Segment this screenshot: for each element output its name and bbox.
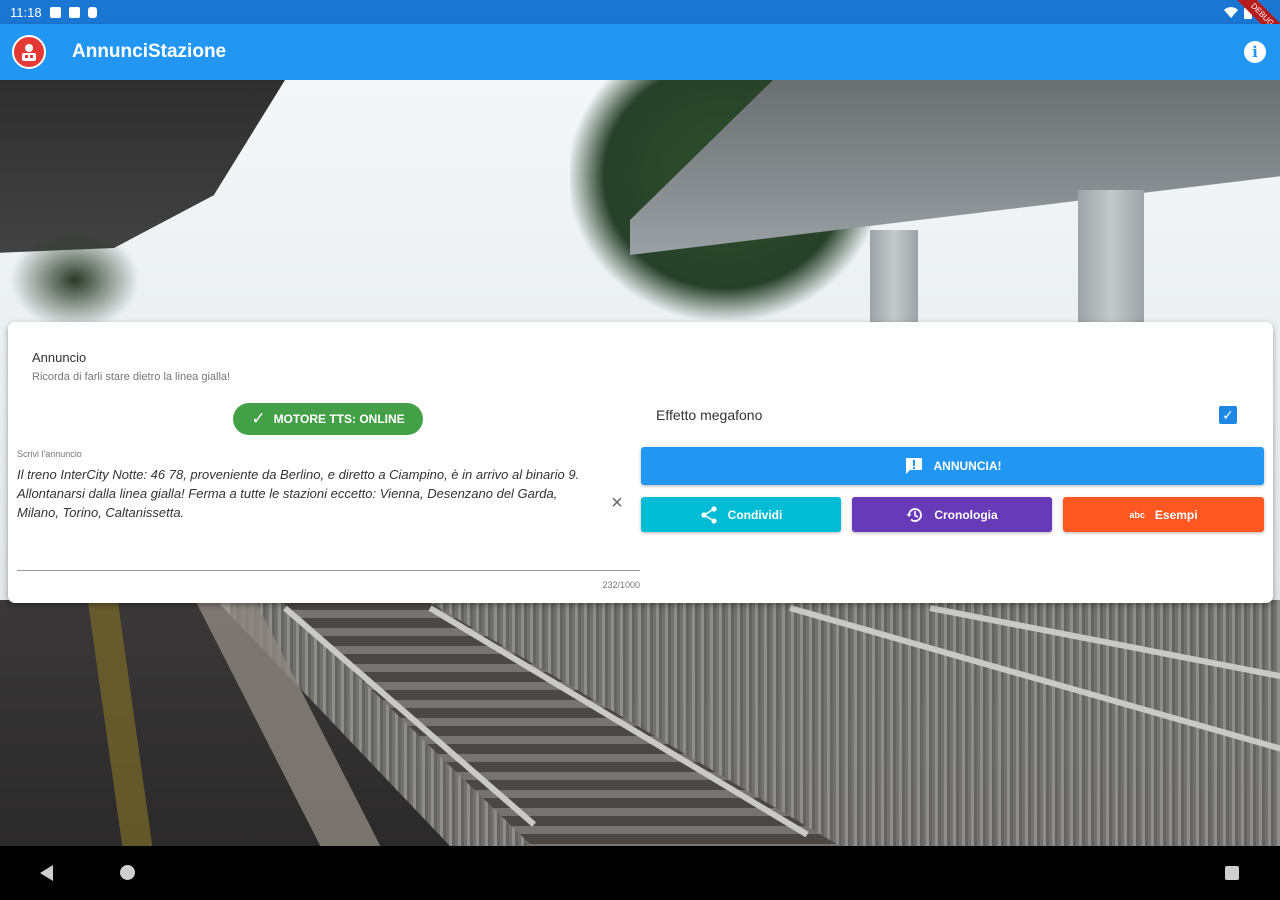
status-bar: 11:18 DEBUG	[0, 0, 1280, 49]
share-button-label: Condividi	[727, 507, 783, 522]
app-bar: AnnunciStazione i	[0, 24, 1280, 80]
back-icon[interactable]	[40, 865, 53, 881]
shield-icon	[87, 6, 97, 18]
info-icon[interactable]: i	[1244, 41, 1266, 63]
left-tree	[10, 230, 140, 330]
history-button[interactable]: Cronologia	[852, 497, 1052, 532]
tts-status-label: MOTORE TTS: ONLINE	[273, 412, 405, 426]
announcement-input-label: Scrivi l'annuncio	[17, 449, 82, 459]
announce-button[interactable]: ANNUNCIA!	[641, 447, 1264, 485]
input-underline	[17, 570, 640, 571]
announcement-icon	[905, 458, 922, 474]
pillar	[870, 230, 918, 330]
battery-icon	[1244, 5, 1252, 19]
history-button-label: Cronologia	[934, 507, 998, 522]
tts-status-chip[interactable]: ✓ MOTORE TTS: ONLINE	[233, 403, 423, 435]
megaphone-effect-checkbox[interactable]: ✓	[1219, 406, 1237, 424]
pillar	[1078, 190, 1144, 330]
examples-button-label: Esempi	[1154, 507, 1198, 522]
examples-button[interactable]: abc Esempi	[1063, 497, 1264, 532]
sd-card-icon	[68, 6, 80, 18]
check-icon: ✓	[251, 409, 266, 428]
recents-icon[interactable]	[1225, 866, 1239, 880]
abc-icon: abc	[1129, 509, 1145, 520]
card-title: Annuncio	[32, 350, 87, 365]
clear-icon[interactable]: ×	[608, 493, 626, 513]
share-button[interactable]: Condividi	[641, 497, 841, 532]
megaphone-effect-label: Effetto megafono	[656, 407, 763, 423]
card-subtitle: Ricorda di farli stare dietro la linea g…	[32, 371, 231, 383]
share-icon	[701, 505, 717, 524]
character-counter: 232/1000	[602, 580, 640, 590]
notification-icon	[49, 6, 61, 18]
home-icon[interactable]	[120, 865, 135, 880]
wifi-icon	[1224, 7, 1238, 18]
history-icon	[906, 507, 923, 522]
announce-button-label: ANNUNCIA!	[933, 459, 1002, 473]
app-logo-icon	[12, 35, 46, 69]
announcement-input-value[interactable]: Il treno InterCity Notte: 46 78, proveni…	[17, 465, 587, 522]
navigation-bar	[0, 846, 1280, 900]
announcement-card: Annuncio Ricorda di farli stare dietro l…	[8, 322, 1273, 603]
app-title: AnnunciStazione	[72, 41, 227, 62]
status-time: 11:18	[10, 4, 42, 20]
